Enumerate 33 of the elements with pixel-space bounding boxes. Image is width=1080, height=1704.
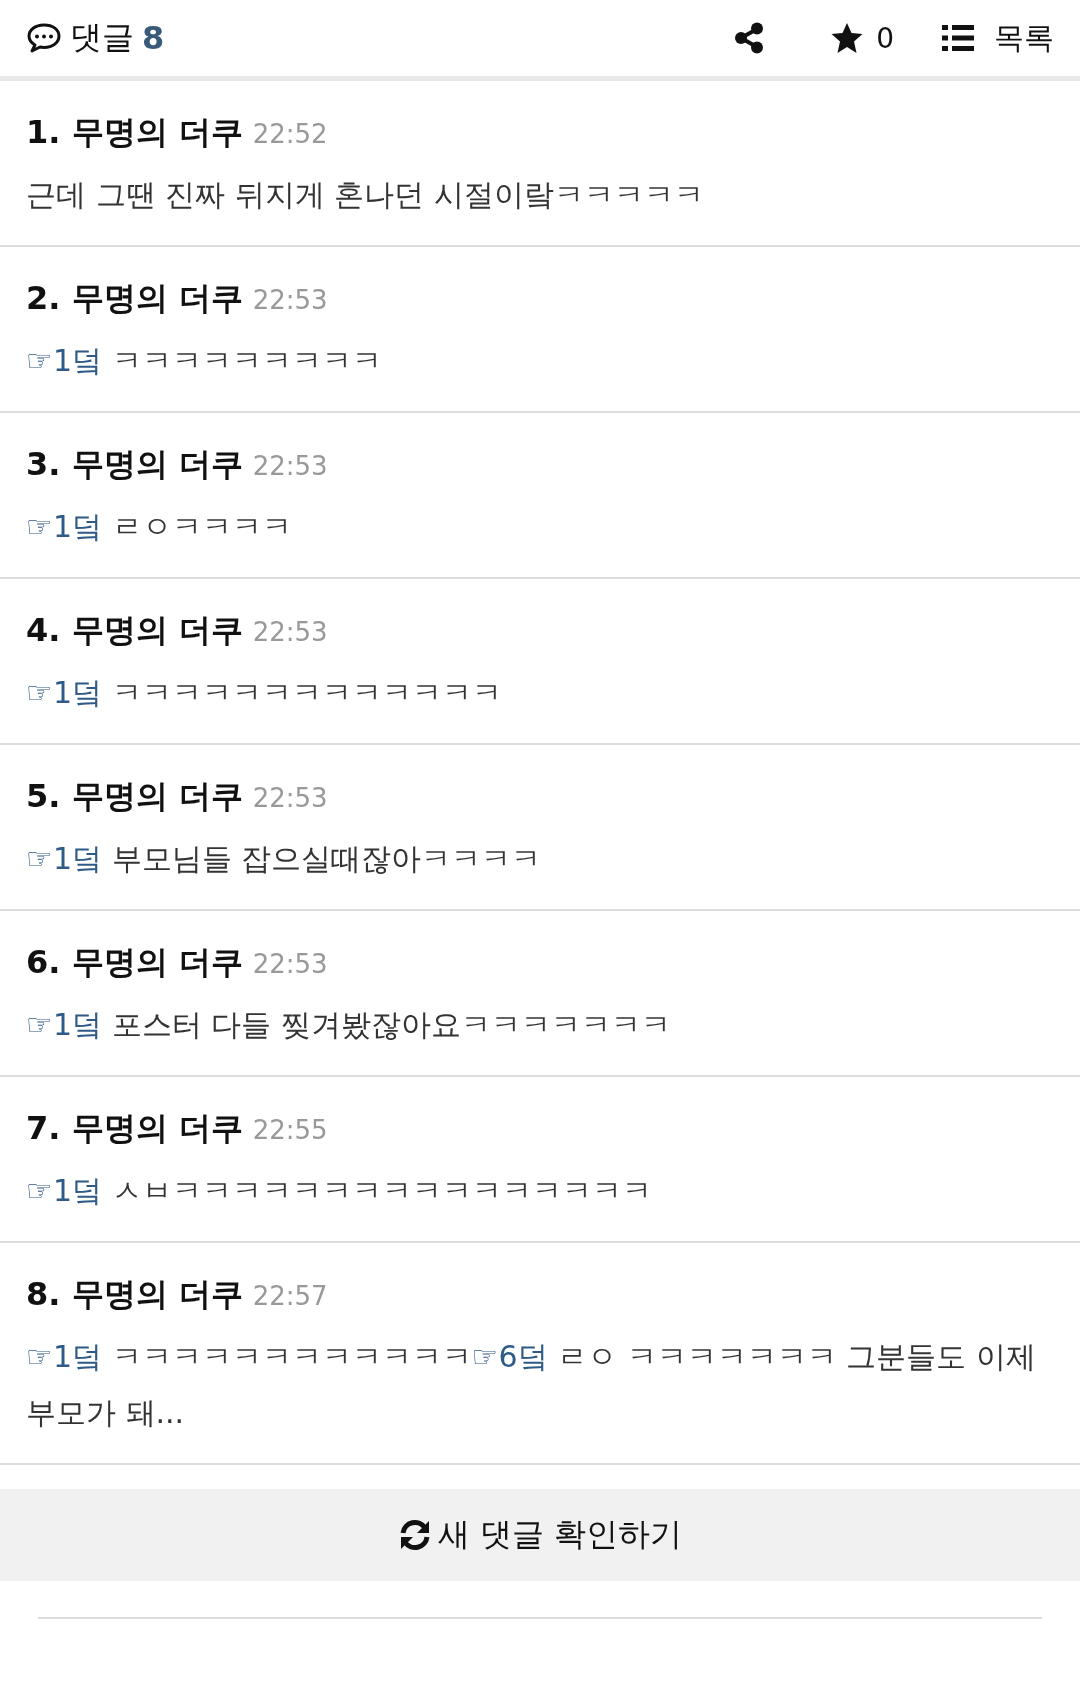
list-icon[interactable] — [942, 25, 974, 51]
comment-time: 22:53 — [252, 949, 328, 979]
comment-text: ☞1덬 포스터 다들 찢겨봤잖아요ㅋㅋㅋㅋㅋㅋㅋ — [26, 1006, 672, 1044]
comment-time: 22:53 — [252, 783, 328, 813]
comment-time: 22:53 — [252, 285, 328, 315]
comment-count: 8 — [142, 19, 165, 57]
speech-bubble-icon — [26, 22, 62, 54]
comment-text: ☞1덬 ㅅㅂㅋㅋㅋㅋㅋㅋㅋㅋㅋㅋㅋㅋㅋㅋㅋㅋ — [26, 1172, 653, 1210]
comment-text: ☞1덬 부모님들 잡으실때잖아ㅋㅋㅋㅋ — [26, 840, 543, 878]
refresh-button[interactable]: 새 댓글 확인하기 — [0, 1489, 1080, 1581]
comments-label: 댓글 — [70, 17, 134, 58]
comment-author: 1. 무명의 더쿠 — [26, 112, 243, 153]
comment-text: ☞1덬 ㅋㅋㅋㅋㅋㅋㅋㅋㅋㅋㅋㅋㅋ — [26, 674, 503, 712]
comment-time: 22:55 — [252, 1115, 328, 1145]
comment-author: 3. 무명의 더쿠 — [26, 444, 243, 485]
comment-text: ☞1덬 ㅋㅋㅋㅋㅋㅋㅋㅋㅋㅋㅋㅋ☞6덬 ㄹㅇ ㅋㅋㅋㅋㅋㅋㅋ 그분들도 이제 부모가 돼... — [26, 1338, 1037, 1432]
comment-text: ☞1덬 ㄹㅇㅋㅋㅋㅋ — [26, 508, 293, 546]
comment-author: 7. 무명의 더쿠 — [26, 1108, 243, 1149]
list-link[interactable]: 목록 — [994, 17, 1054, 59]
comment-time: 22:52 — [252, 119, 328, 149]
comment-text: ☞1덬 ㅋㅋㅋㅋㅋㅋㅋㅋㅋ — [26, 342, 383, 380]
star-icon[interactable] — [830, 22, 865, 54]
comment-author: 4. 무명의 더쿠 — [26, 610, 243, 651]
comment-author: 5. 무명의 더쿠 — [26, 776, 243, 817]
comment-time: 22:57 — [252, 1281, 328, 1311]
comment-author: 8. 무명의 더쿠 — [26, 1274, 243, 1315]
comment-author: 6. 무명의 더쿠 — [26, 942, 243, 983]
star-count: 0 — [876, 21, 894, 55]
comment-time: 22:53 — [252, 617, 328, 647]
comment-text: 근데 그땐 진짜 뒤지게 혼나던 시절이랔ㅋㅋㅋㅋㅋ — [26, 176, 705, 214]
comment-author: 2. 무명의 더쿠 — [26, 278, 243, 319]
comment-time: 22:53 — [252, 451, 328, 481]
share-icon[interactable] — [734, 22, 765, 54]
